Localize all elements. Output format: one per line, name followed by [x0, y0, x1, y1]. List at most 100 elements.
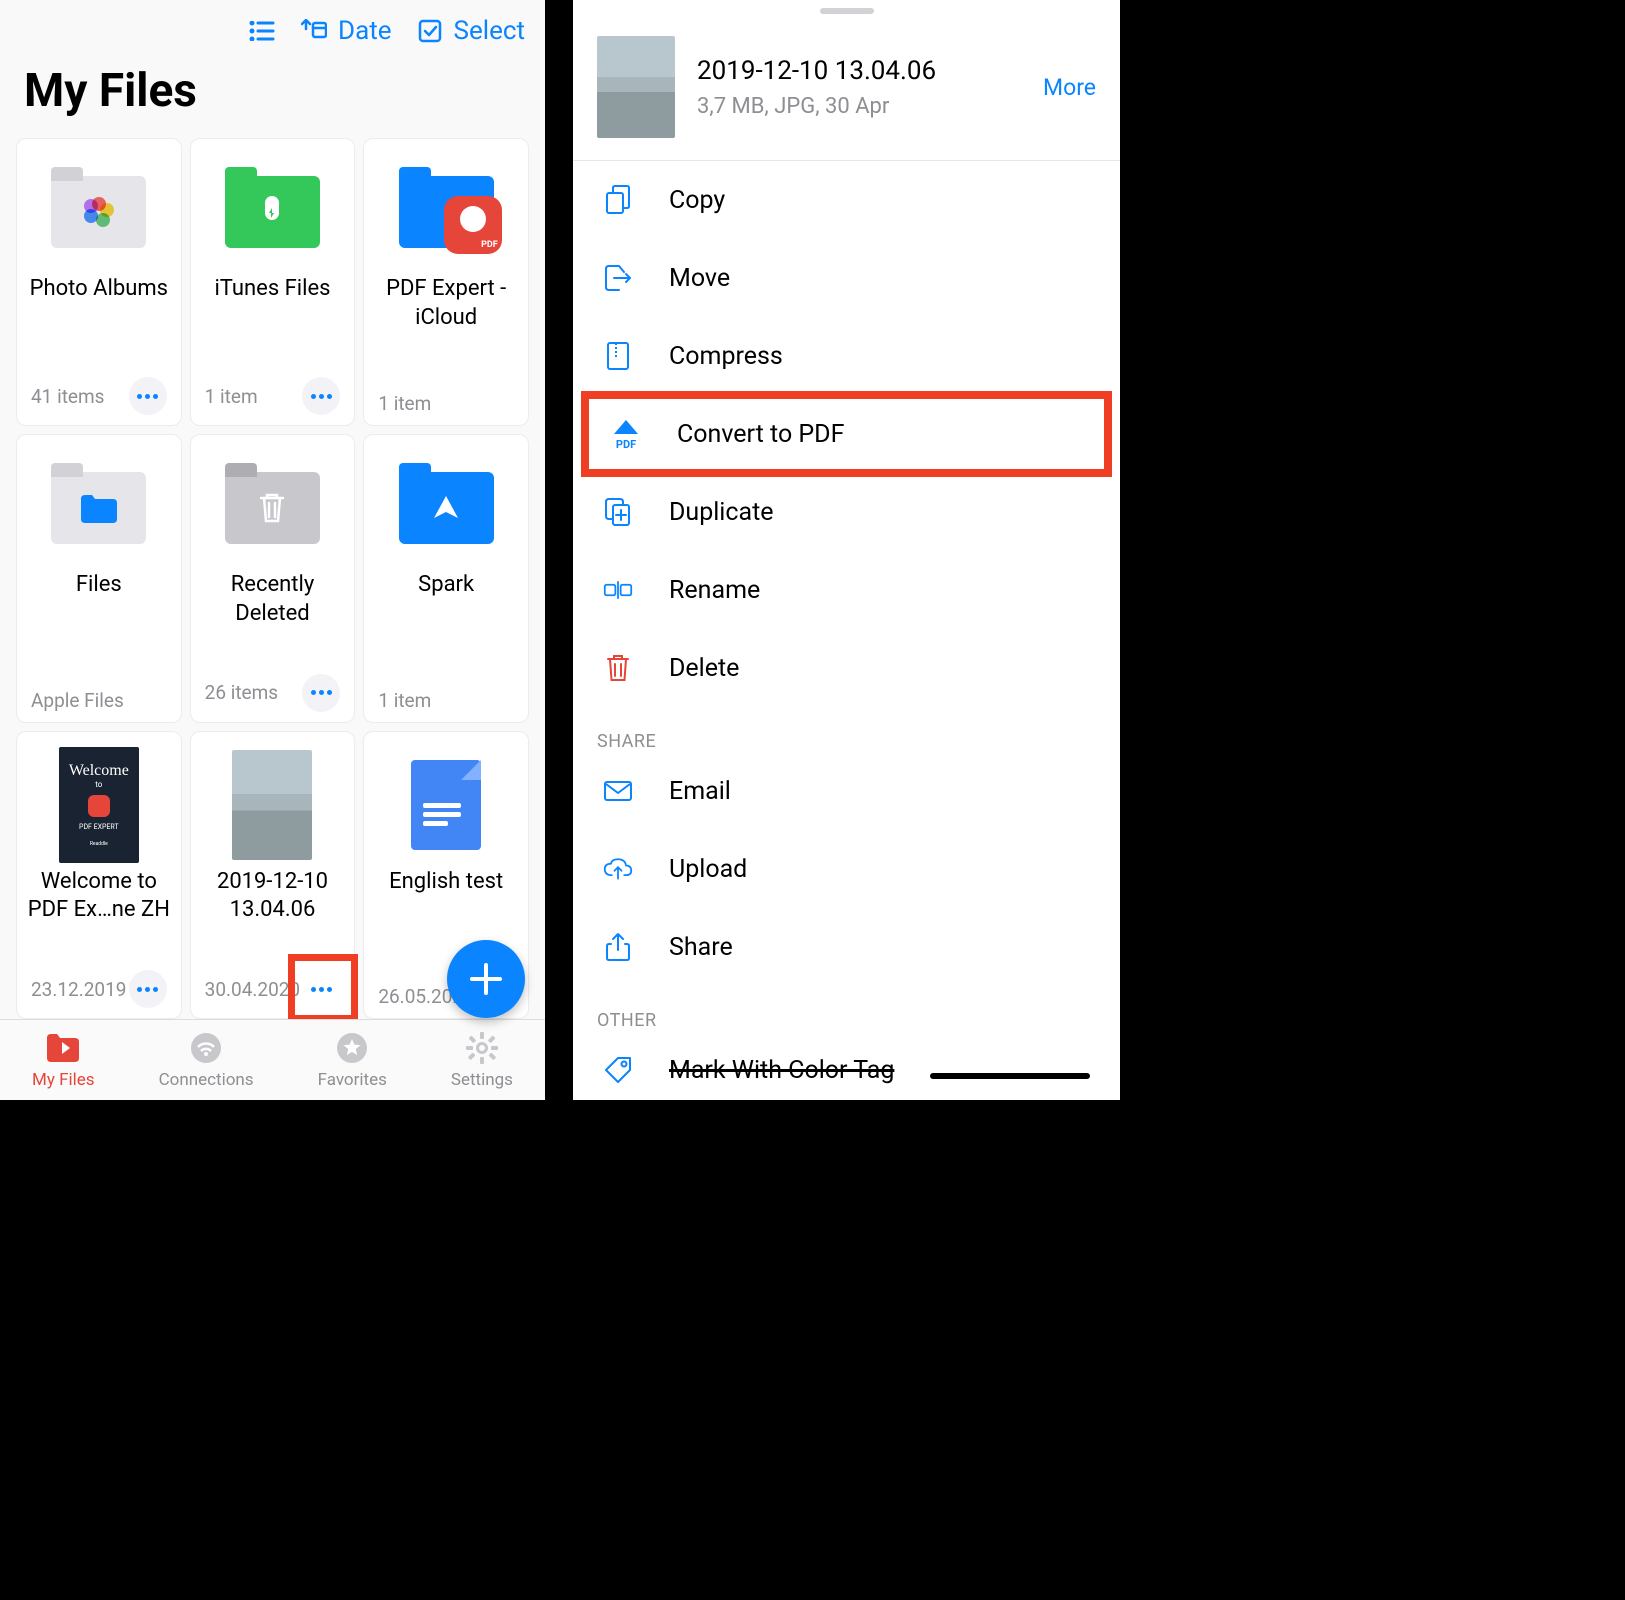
action-compress[interactable]: Compress	[573, 317, 1120, 395]
section-share-label: SHARE	[573, 707, 1120, 752]
more-button[interactable]	[129, 970, 167, 1008]
card-name: Photo Albums	[30, 275, 168, 331]
duplicate-icon	[603, 497, 633, 527]
more-dots-icon	[311, 690, 332, 695]
card-sub: 1 item	[378, 392, 431, 415]
welcome-pdf-thumbnail: WelcometoPDF EXPERTReaddle	[59, 747, 139, 863]
select-label: Select	[454, 16, 525, 46]
file-photo-2019[interactable]: 2019-12-10 13.04.06 30.04.2020	[190, 731, 356, 1019]
nav-label: Favorites	[318, 1070, 387, 1090]
action-label: Delete	[669, 654, 739, 683]
rename-icon	[603, 575, 633, 605]
action-label: Email	[669, 777, 731, 806]
action-label: Upload	[669, 855, 747, 884]
action-label: Mark With Color Tag	[669, 1056, 894, 1085]
action-move[interactable]: Move	[573, 239, 1120, 317]
action-label: Rename	[669, 576, 760, 605]
action-label: Move	[669, 264, 730, 293]
action-upload[interactable]: Upload	[573, 830, 1120, 908]
select-button[interactable]: Select	[416, 16, 525, 46]
file-more-link[interactable]: More	[1043, 74, 1096, 101]
card-name: PDF Expert - iCloud	[372, 275, 520, 332]
folder-recently-deleted[interactable]: Recently Deleted 26 items	[190, 434, 356, 722]
action-copy[interactable]: Copy	[573, 161, 1120, 239]
bottom-nav: My Files Connections Favorites Settings	[0, 1019, 545, 1100]
action-rename[interactable]: Rename	[573, 551, 1120, 629]
more-dots-icon	[137, 394, 158, 399]
folder-spark[interactable]: Spark 1 item	[363, 434, 529, 722]
file-title: 2019-12-10 13.04.06	[697, 56, 1021, 86]
nav-connections[interactable]: Connections	[159, 1032, 254, 1090]
sheet-handle[interactable]	[820, 8, 874, 14]
page-title: My Files	[0, 54, 545, 138]
folder-nav-icon	[44, 1032, 82, 1064]
view-mode-button[interactable]	[248, 16, 276, 46]
nav-label: Connections	[159, 1070, 254, 1090]
card-name: English test	[389, 868, 503, 924]
more-dots-icon	[311, 394, 332, 399]
svg-text:PDF: PDF	[616, 438, 636, 450]
pdf-icloud-folder-icon	[399, 176, 494, 248]
action-duplicate[interactable]: Duplicate	[573, 473, 1120, 551]
sort-date-label: Date	[338, 16, 392, 46]
folder-photo-albums[interactable]: Photo Albums 41 items	[16, 138, 182, 426]
sort-date-icon	[300, 19, 328, 43]
folder-itunes-files[interactable]: iTunes Files 1 item	[190, 138, 356, 426]
itunes-folder-icon	[225, 176, 320, 248]
my-files-screen: Date Select My Files Photo Albums 41 ite…	[0, 0, 545, 1100]
more-button[interactable]	[302, 970, 340, 1008]
action-label: Compress	[669, 342, 783, 371]
convert-pdf-icon: PDF	[611, 419, 641, 449]
nav-settings[interactable]: Settings	[451, 1032, 513, 1090]
photo-thumbnail	[232, 750, 312, 860]
spark-folder-icon	[399, 472, 494, 544]
file-meta: 3,7 MB, JPG, 30 Apr	[697, 94, 1021, 119]
card-sub: 1 item	[378, 689, 431, 712]
pdf-expert-app-icon	[444, 196, 502, 254]
gear-icon	[463, 1032, 501, 1064]
file-welcome-pdf[interactable]: WelcometoPDF EXPERTReaddle Welcome to PD…	[16, 731, 182, 1019]
nav-label: My Files	[32, 1070, 95, 1090]
email-icon	[603, 776, 633, 806]
action-mark-color-tag[interactable]: Mark With Color Tag	[573, 1031, 1120, 1095]
photos-folder-icon	[51, 176, 146, 248]
folder-pdf-expert-icloud[interactable]: PDF Expert - iCloud 1 item	[363, 138, 529, 426]
file-thumbnail	[597, 36, 675, 138]
list-icon	[248, 19, 276, 43]
action-label: Duplicate	[669, 498, 774, 527]
upload-cloud-icon	[603, 854, 633, 884]
nav-label: Settings	[451, 1070, 513, 1090]
action-email[interactable]: Email	[573, 752, 1120, 830]
card-sub: 41 items	[31, 385, 104, 408]
card-name: Welcome to PDF Ex…ne ZH	[25, 868, 173, 925]
action-delete[interactable]: Delete	[573, 629, 1120, 707]
sort-date-button[interactable]: Date	[300, 16, 392, 46]
folder-files[interactable]: Files Apple Files	[16, 434, 182, 722]
top-toolbar: Date Select	[0, 0, 545, 54]
card-sub: 30.04.2020	[205, 978, 300, 1001]
action-label: Convert to PDF	[677, 420, 844, 449]
file-grid: Photo Albums 41 items iTunes Files 1 ite…	[0, 138, 545, 1019]
more-dots-icon	[137, 987, 158, 992]
file-actions-sheet: 2019-12-10 13.04.06 3,7 MB, JPG, 30 Apr …	[545, 0, 1120, 1100]
more-button[interactable]	[129, 377, 167, 415]
card-sub: Apple Files	[31, 689, 124, 712]
card-name: Files	[76, 571, 122, 627]
photos-icon	[84, 197, 114, 227]
add-button[interactable]	[447, 940, 525, 1018]
file-header: 2019-12-10 13.04.06 3,7 MB, JPG, 30 Apr …	[573, 26, 1120, 160]
card-sub: 1 item	[205, 385, 258, 408]
card-sub: 26 items	[205, 681, 278, 704]
action-share[interactable]: Share	[573, 908, 1120, 986]
nav-favorites[interactable]: Favorites	[318, 1032, 387, 1090]
card-sub: 23.12.2019	[31, 978, 126, 1001]
action-convert-to-pdf[interactable]: PDF Convert to PDF	[581, 391, 1112, 477]
document-icon	[411, 760, 481, 850]
select-check-icon	[416, 19, 444, 43]
more-button[interactable]	[302, 377, 340, 415]
nav-my-files[interactable]: My Files	[32, 1032, 95, 1090]
more-button[interactable]	[302, 674, 340, 712]
card-name: iTunes Files	[214, 275, 330, 331]
section-other-label: OTHER	[573, 986, 1120, 1031]
action-label: Share	[669, 933, 733, 962]
